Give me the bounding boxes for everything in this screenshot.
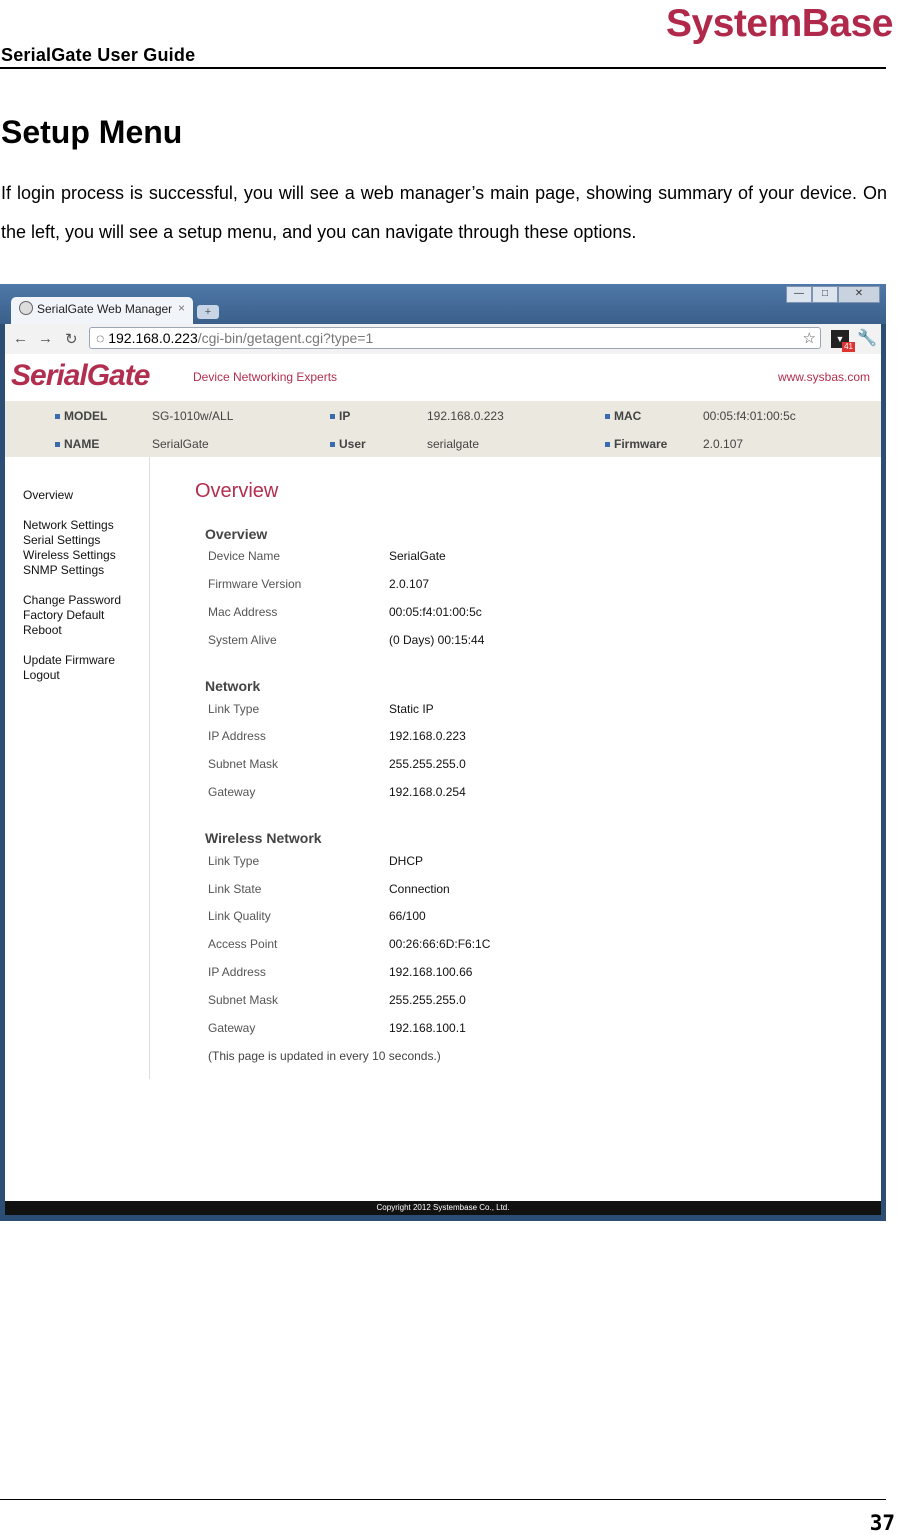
overview-section-title: Overview bbox=[205, 526, 268, 542]
ip-label: IP bbox=[330, 409, 350, 423]
field-label: Subnet Mask bbox=[208, 757, 279, 771]
name-value: SerialGate bbox=[152, 437, 209, 451]
menu-snmp-settings[interactable]: SNMP Settings bbox=[23, 563, 104, 577]
menu-reboot[interactable]: Reboot bbox=[23, 623, 62, 637]
site-link[interactable]: www.sysbas.com bbox=[778, 370, 870, 384]
field-value: 255.255.255.0 bbox=[389, 757, 466, 771]
field-label: IP Address bbox=[208, 729, 266, 743]
field-label: Subnet Mask bbox=[208, 993, 279, 1007]
menu-update-firmware[interactable]: Update Firmware bbox=[23, 653, 115, 667]
name-label: NAME bbox=[55, 437, 99, 451]
field-label: IP Address bbox=[208, 965, 266, 979]
field-value: 00:05:f4:01:00:5c bbox=[389, 605, 482, 619]
field-label: Link Quality bbox=[208, 909, 271, 923]
field-label: Device Name bbox=[208, 549, 281, 563]
firmware-value: 2.0.107 bbox=[703, 437, 744, 451]
user-label: User bbox=[330, 437, 366, 451]
brand-bar: SerialGate Device Networking Experts www… bbox=[5, 354, 881, 401]
field-label: Mac Address bbox=[208, 605, 278, 619]
firmware-label: Firmware bbox=[605, 437, 667, 451]
new-tab-icon[interactable]: + bbox=[197, 305, 219, 319]
field-label: Link Type bbox=[208, 854, 260, 868]
extension-icon[interactable]: ▼ 41 bbox=[831, 330, 855, 352]
field-value: 192.168.0.254 bbox=[389, 785, 466, 799]
field-value: 192.168.100.66 bbox=[389, 965, 473, 979]
back-icon[interactable]: ← bbox=[13, 330, 28, 347]
field-label: Link Type bbox=[208, 702, 260, 716]
menu-wireless-settings[interactable]: Wireless Settings bbox=[23, 548, 116, 562]
menu-factory-default[interactable]: Factory Default bbox=[23, 608, 104, 622]
footer-rule bbox=[0, 1499, 886, 1500]
section-heading: Setup Menu bbox=[1, 114, 183, 150]
extension-badge: 41 bbox=[842, 342, 855, 352]
window-controls: — □ ✕ bbox=[786, 286, 880, 303]
mac-label: MAC bbox=[605, 409, 641, 423]
ip-value: 192.168.0.223 bbox=[427, 409, 504, 423]
refresh-note: (This page is updated in every 10 second… bbox=[208, 1049, 441, 1063]
tagline: Device Networking Experts bbox=[193, 370, 338, 384]
field-label: Link State bbox=[208, 882, 262, 896]
wrench-icon[interactable]: 🔧 bbox=[857, 328, 877, 348]
serialgate-logo: SerialGate bbox=[11, 359, 150, 392]
window-close-icon[interactable]: ✕ bbox=[838, 286, 880, 303]
field-value: SerialGate bbox=[389, 549, 446, 563]
field-label: Access Point bbox=[208, 937, 278, 951]
content-title: Overview bbox=[195, 480, 279, 502]
field-value: 192.168.100.1 bbox=[389, 1021, 466, 1035]
field-value: Connection bbox=[389, 882, 450, 896]
field-value: (0 Days) 00:15:44 bbox=[389, 633, 485, 647]
field-label: System Alive bbox=[208, 633, 277, 647]
bookmark-star-icon[interactable]: ☆ bbox=[803, 329, 816, 347]
globe-icon bbox=[19, 301, 33, 315]
forward-icon[interactable]: → bbox=[38, 330, 53, 347]
field-label: Gateway bbox=[208, 785, 256, 799]
browser-tab[interactable]: SerialGate Web Manager × bbox=[11, 297, 193, 324]
setup-menu: Overview Network Settings Serial Setting… bbox=[5, 457, 150, 1079]
header-rule bbox=[0, 67, 886, 69]
tab-title: SerialGate Web Manager bbox=[37, 302, 173, 316]
menu-serial-settings[interactable]: Serial Settings bbox=[23, 533, 100, 547]
field-label: Gateway bbox=[208, 1021, 256, 1035]
model-value: SG-1010w/ALL bbox=[152, 409, 234, 423]
browser-toolbar: ← → ↻ ◌ 192.168.0.223/cgi-bin/getagent.c… bbox=[5, 324, 881, 354]
model-label: MODEL bbox=[55, 409, 107, 423]
address-bar[interactable]: ◌ 192.168.0.223/cgi-bin/getagent.cgi?typ… bbox=[89, 327, 821, 349]
field-value: Static IP bbox=[389, 702, 434, 716]
minimize-icon[interactable]: — bbox=[786, 286, 812, 303]
field-value: DHCP bbox=[389, 854, 424, 868]
field-value: 00:26:66:6D:F6:1C bbox=[389, 937, 491, 951]
maximize-icon[interactable]: □ bbox=[812, 286, 838, 303]
page-number: 37 bbox=[869, 1511, 895, 1535]
user-value: serialgate bbox=[427, 437, 480, 451]
field-label: Firmware Version bbox=[208, 577, 302, 591]
intro-paragraph: If login process is successful, you will… bbox=[1, 183, 887, 242]
menu-network-settings[interactable]: Network Settings bbox=[23, 518, 114, 532]
mac-value: 00:05:f4:01:00:5c bbox=[703, 409, 796, 423]
menu-logout[interactable]: Logout bbox=[23, 668, 60, 682]
doc-title: SerialGate User Guide bbox=[1, 45, 196, 65]
web-manager-page: SerialGate Device Networking Experts www… bbox=[5, 354, 881, 1215]
field-value: 66/100 bbox=[389, 909, 426, 923]
browser-screenshot: SerialGate Web Manager × + — □ ✕ ← → ↻ ◌… bbox=[0, 284, 886, 1221]
systembase-logo: SystemBase bbox=[666, 2, 893, 45]
menu-overview[interactable]: Overview bbox=[23, 488, 73, 502]
device-info-bar: MODEL SG-1010w/ALL IP 192.168.0.223 MAC … bbox=[5, 401, 881, 457]
field-value: 192.168.0.223 bbox=[389, 729, 466, 743]
menu-change-password[interactable]: Change Password bbox=[23, 593, 121, 607]
network-section-title: Network bbox=[205, 678, 261, 694]
field-value: 2.0.107 bbox=[389, 577, 430, 591]
reload-icon[interactable]: ↻ bbox=[65, 330, 78, 348]
tab-close-icon[interactable]: × bbox=[178, 301, 185, 315]
field-value: 255.255.255.0 bbox=[389, 993, 466, 1007]
wireless-section-title: Wireless Network bbox=[205, 830, 322, 846]
copyright-bar: Copyright 2012 Systembase Co., Ltd. bbox=[5, 1201, 881, 1215]
page-icon: ◌ bbox=[96, 330, 109, 346]
browser-titlebar: SerialGate Web Manager × + — □ ✕ bbox=[0, 284, 886, 324]
